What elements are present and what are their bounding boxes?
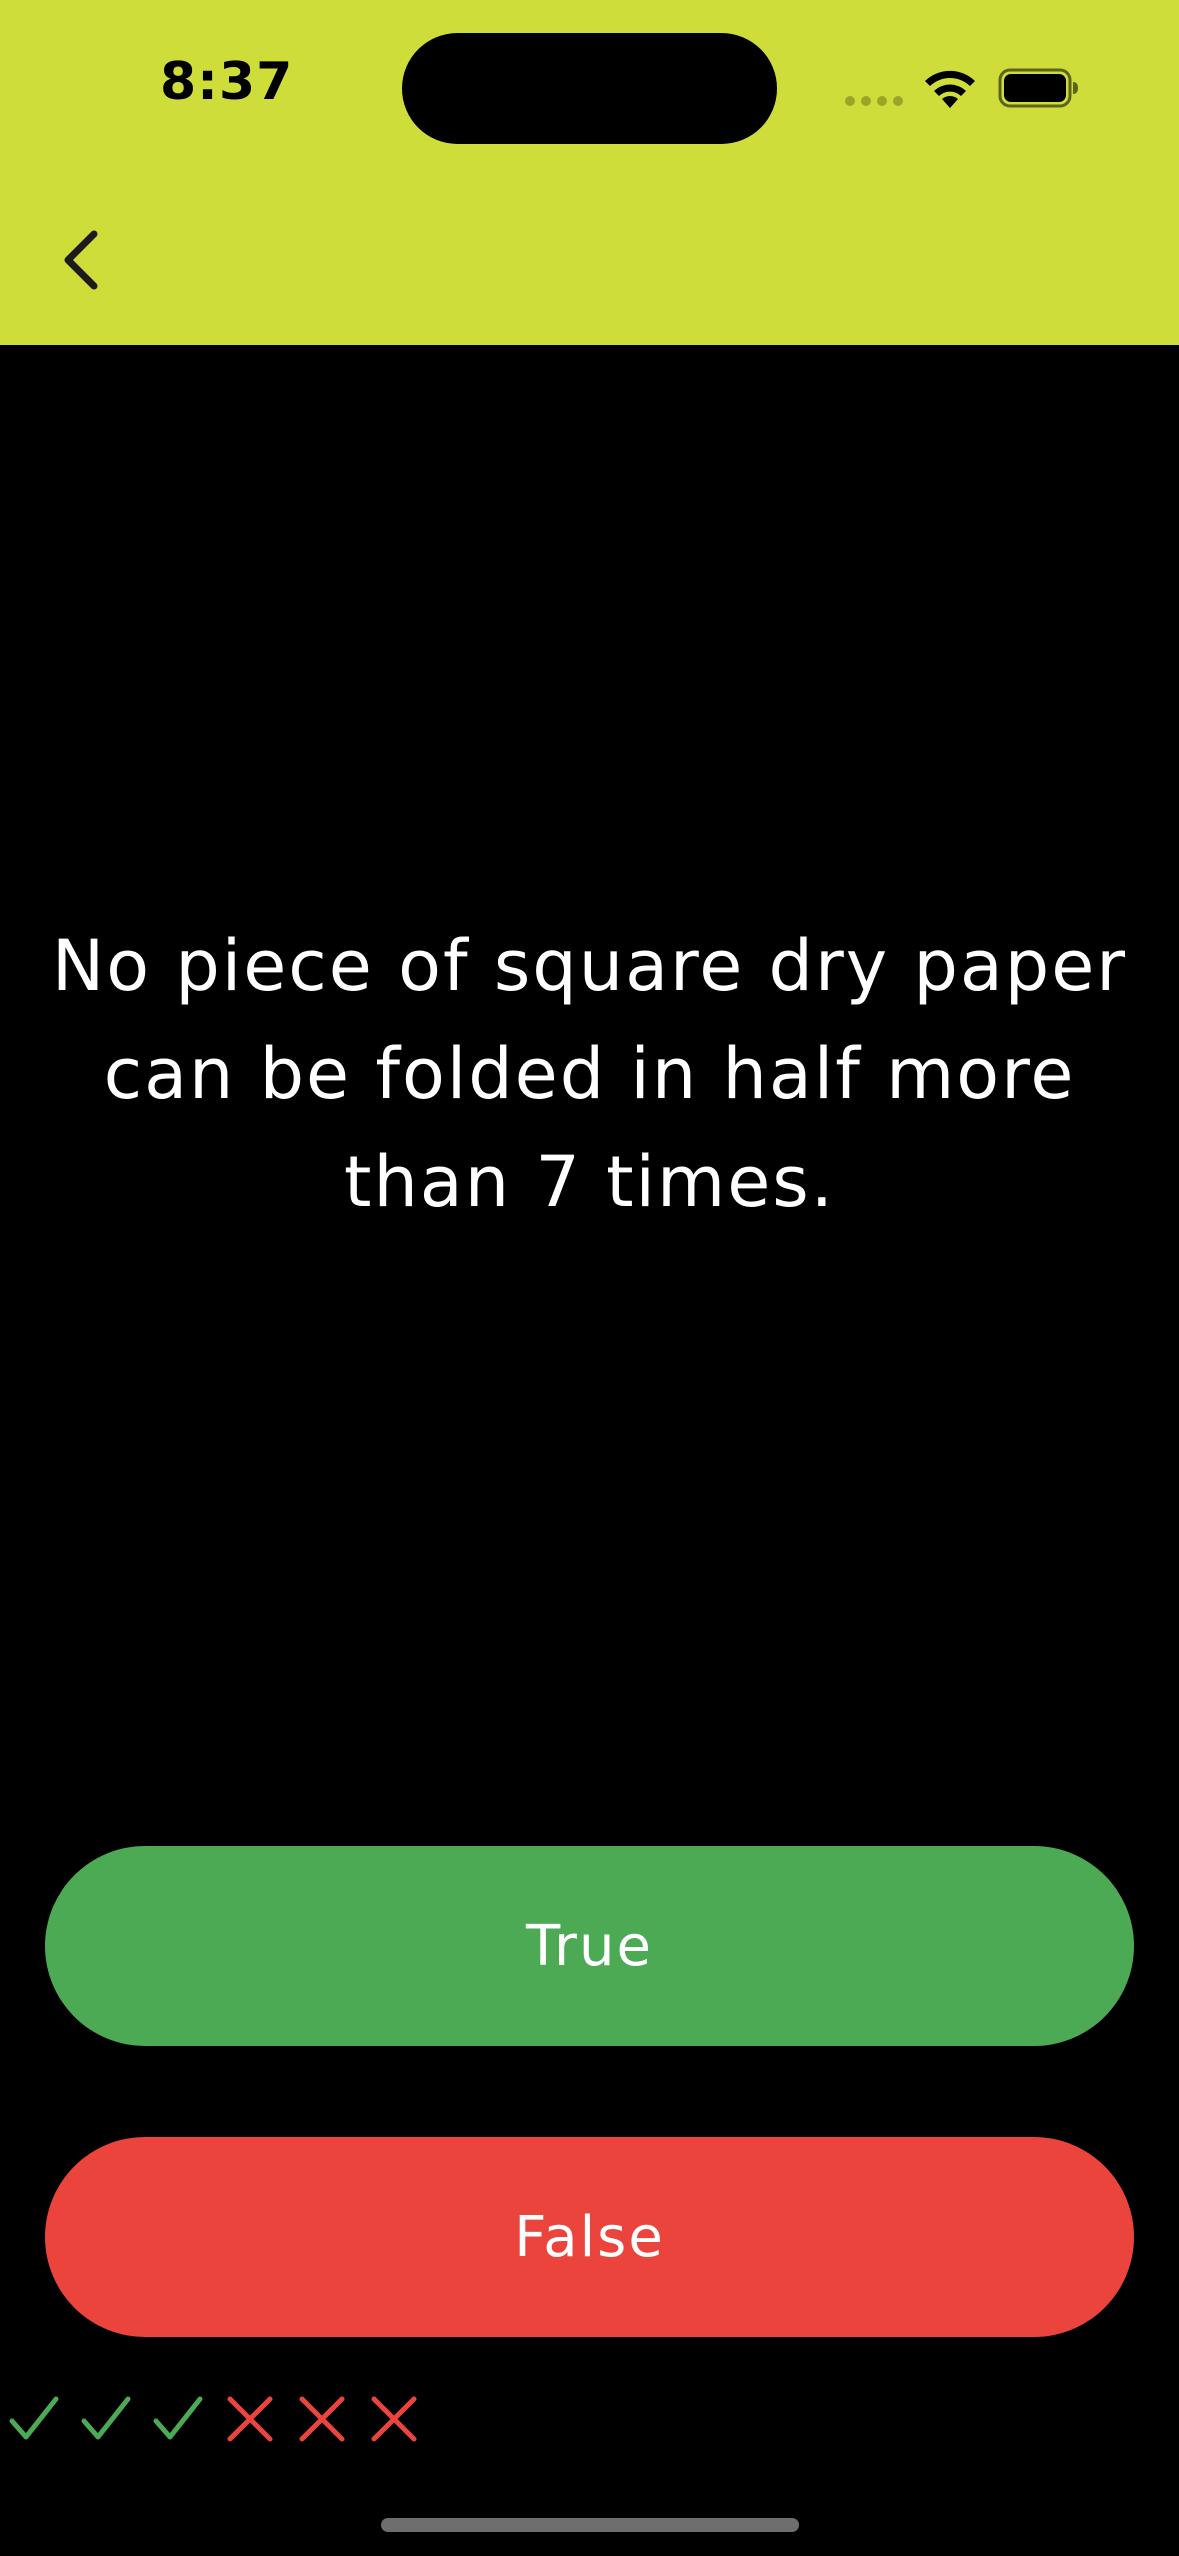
false-button[interactable]: False	[45, 2137, 1134, 2337]
score-tracker	[8, 2393, 420, 2445]
cellular-signal-icon	[845, 96, 903, 106]
cross-icon	[371, 2396, 417, 2442]
cross-icon	[299, 2396, 345, 2442]
status-time: 8:37	[160, 52, 294, 112]
question-text: No piece of square dry paper can be fold…	[51, 925, 1128, 1223]
home-indicator[interactable]	[381, 2518, 799, 2532]
true-button[interactable]: True	[45, 1846, 1134, 2046]
check-icon	[81, 2396, 131, 2440]
back-button[interactable]	[50, 220, 120, 300]
quiz-screen: 8:37 No piece of square dry paper can be…	[0, 0, 1179, 2556]
check-icon	[153, 2396, 203, 2440]
check-icon	[9, 2396, 59, 2440]
wifi-icon	[925, 70, 975, 108]
header-bar: 8:37	[0, 0, 1179, 345]
battery-icon	[998, 68, 1078, 108]
chevron-left-icon	[64, 230, 98, 290]
cross-icon	[227, 2396, 273, 2442]
dynamic-island	[402, 33, 777, 144]
